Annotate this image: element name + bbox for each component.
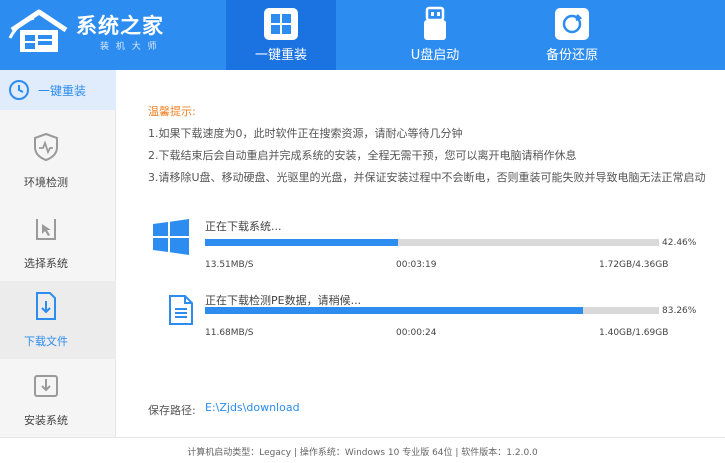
- download-size: 1.40GB/1.69GB: [599, 328, 669, 338]
- windows-reinstall-icon: [264, 8, 298, 40]
- tab-usb-boot-label: U盘启动: [410, 48, 460, 63]
- backup-restore-icon: [555, 8, 589, 40]
- remaining-time: 00:00:24: [396, 328, 437, 338]
- sidebar: 一键重装 环境检测 选择系统 下载文件 安装系统: [0, 70, 116, 437]
- brand-subtitle: 装 机 大 师: [100, 42, 159, 52]
- save-path-label: 保存路径:: [148, 404, 196, 417]
- system-info: 计算机启动类型：Legacy | 操作系统：Windows 10 专业版 64位…: [187, 448, 538, 458]
- tab-backup-restore[interactable]: 备份还原: [517, 0, 627, 70]
- tip-line: 2.下载结束后会自动重启并完成系统的安装，全程无需干预，您可以离开电脑请稍作休息: [148, 149, 577, 162]
- brand-logo: 系统之家 装 机 大 师: [8, 6, 168, 56]
- tab-reinstall-label: 一键重装: [254, 48, 307, 63]
- house-logo-icon: [8, 9, 68, 52]
- download-speed: 11.68MB/S: [205, 328, 254, 338]
- progress-fill: [205, 307, 583, 314]
- brand-title: 系统之家: [76, 14, 164, 38]
- sidebar-item-env-check[interactable]: 环境检测: [0, 122, 116, 200]
- status-footer: 计算机启动类型：Legacy | 操作系统：Windows 10 专业版 64位…: [0, 437, 725, 463]
- tab-reinstall[interactable]: 一键重装: [226, 0, 336, 70]
- sidebar-item-reinstall-label: 一键重装: [38, 84, 87, 98]
- sidebar-item-select-system-label: 选择系统: [24, 257, 68, 270]
- document-icon: [169, 295, 193, 325]
- shield-pulse-icon: [34, 132, 58, 162]
- sidebar-item-download-file-label: 下载文件: [24, 335, 68, 348]
- progress-fill: [205, 239, 398, 246]
- install-box-icon: [34, 375, 58, 397]
- top-header: 系统之家 装 机 大 师 一键重装 U盘启动 备份还原: [0, 0, 725, 70]
- progress-percent: 42.46%: [662, 238, 697, 248]
- sidebar-item-install-system[interactable]: 安装系统: [0, 360, 116, 438]
- download-file-icon: [36, 292, 56, 320]
- sidebar-item-env-check-label: 环境检测: [24, 176, 68, 189]
- tips-title: 温馨提示:: [148, 105, 196, 118]
- remaining-time: 00:03:19: [396, 260, 437, 270]
- main-panel: 温馨提示: 1.如果下载速度为0，此时软件正在搜索资源，请耐心等待几分钟 2.下…: [117, 70, 725, 437]
- tab-backup-restore-label: 备份还原: [545, 48, 598, 63]
- progress-bar: [205, 239, 659, 246]
- windows-logo-icon: [153, 219, 189, 255]
- tab-usb-boot[interactable]: U盘启动: [380, 0, 490, 70]
- reinstall-icon: [9, 80, 29, 100]
- cursor-select-icon: [36, 219, 56, 240]
- sidebar-item-reinstall[interactable]: 一键重装: [0, 70, 116, 110]
- usb-drive-icon: [424, 6, 446, 40]
- tip-line: 1.如果下载速度为0，此时软件正在搜索资源，请耐心等待几分钟: [148, 127, 463, 140]
- sidebar-item-install-system-label: 安装系统: [24, 414, 68, 427]
- progress-bar: [205, 307, 659, 314]
- tip-line: 3.请移除U盘、移动硬盘、光驱里的光盘，并保证安装过程中不会断电，否则重装可能失…: [148, 171, 706, 184]
- sidebar-item-select-system[interactable]: 选择系统: [0, 203, 116, 281]
- download-size: 1.72GB/4.36GB: [599, 260, 669, 270]
- download-speed: 13.51MB/S: [205, 260, 254, 270]
- progress-percent: 83.26%: [662, 306, 697, 316]
- save-path-link[interactable]: E:\Zjds\download: [205, 401, 300, 414]
- download-status: 正在下载检测PE数据，请稍候...: [205, 294, 362, 307]
- sidebar-item-download-file[interactable]: 下载文件: [0, 281, 116, 359]
- download-status: 正在下载系统...: [205, 220, 282, 233]
